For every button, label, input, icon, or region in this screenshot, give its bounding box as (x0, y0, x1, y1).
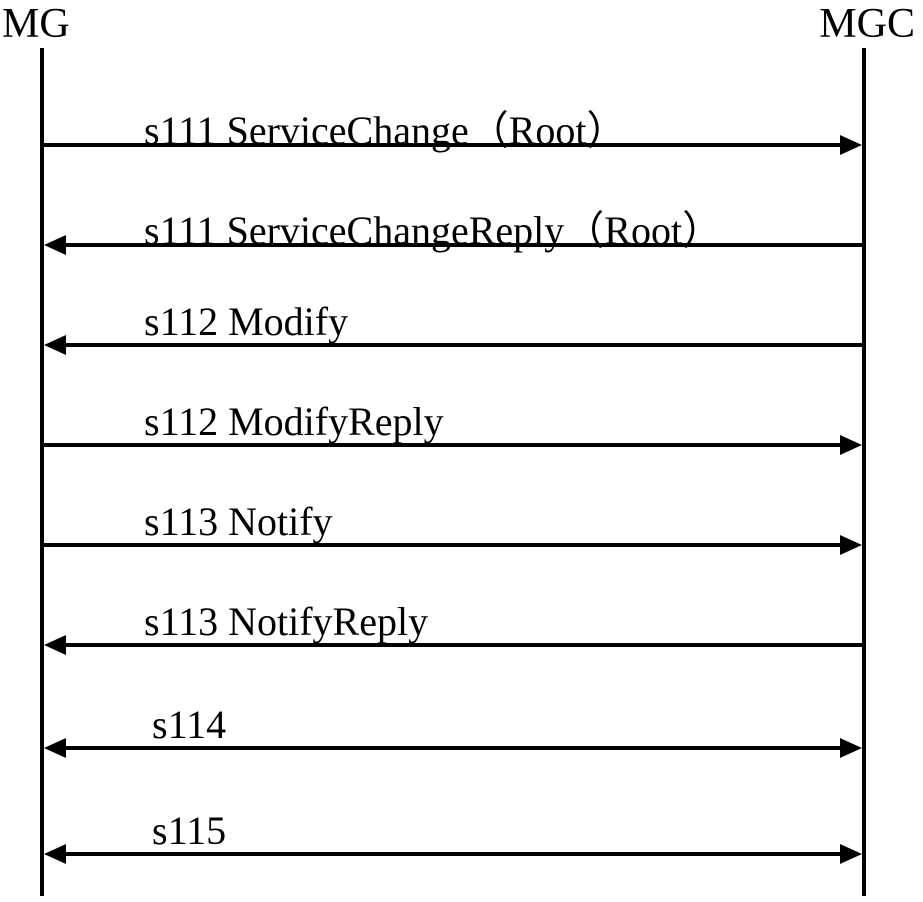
message-arrow-line (44, 143, 844, 147)
message-arrow-line (44, 443, 844, 447)
message-s111-servicechangereply: s111 ServiceChangeReply（Root） (44, 243, 862, 293)
participant-mgc: MGC (819, 0, 915, 48)
message-label: s112 ModifyReply (144, 398, 444, 445)
arrow-right-icon (840, 135, 862, 155)
message-s115: s115 (44, 852, 862, 902)
message-label: s111 ServiceChangeReply（Root） (144, 198, 722, 256)
message-label: s111 ServiceChange（Root） (144, 98, 627, 156)
arrow-left-icon (44, 738, 66, 758)
message-s111-servicechange: s111 ServiceChange（Root） (44, 143, 862, 193)
message-s112-modifyreply: s112 ModifyReply (44, 443, 862, 493)
participant-mg: MG (2, 0, 70, 48)
arrow-left-icon (44, 635, 66, 655)
message-arrow-line (62, 746, 844, 750)
arrow-right-icon (840, 844, 862, 864)
message-arrow-line (62, 852, 844, 856)
message-label: s114 (152, 701, 226, 748)
message-s114: s114 (44, 746, 862, 796)
arrow-right-icon (840, 738, 862, 758)
message-s113-notify: s113 Notify (44, 543, 862, 593)
message-label: s113 Notify (144, 498, 333, 545)
message-s113-notifyreply: s113 NotifyReply (44, 643, 862, 693)
message-s112-modify: s112 Modify (44, 343, 862, 393)
message-label: s112 Modify (144, 298, 348, 345)
message-arrow-line (62, 243, 862, 247)
arrow-left-icon (44, 235, 66, 255)
arrow-right-icon (840, 435, 862, 455)
arrow-left-icon (44, 844, 66, 864)
message-label: s113 NotifyReply (144, 598, 428, 645)
arrow-left-icon (44, 335, 66, 355)
message-label: s115 (152, 807, 226, 854)
message-arrow-line (62, 643, 862, 647)
lifeline-mgc (862, 48, 866, 896)
arrow-right-icon (840, 535, 862, 555)
message-arrow-line (62, 343, 862, 347)
message-arrow-line (44, 543, 844, 547)
